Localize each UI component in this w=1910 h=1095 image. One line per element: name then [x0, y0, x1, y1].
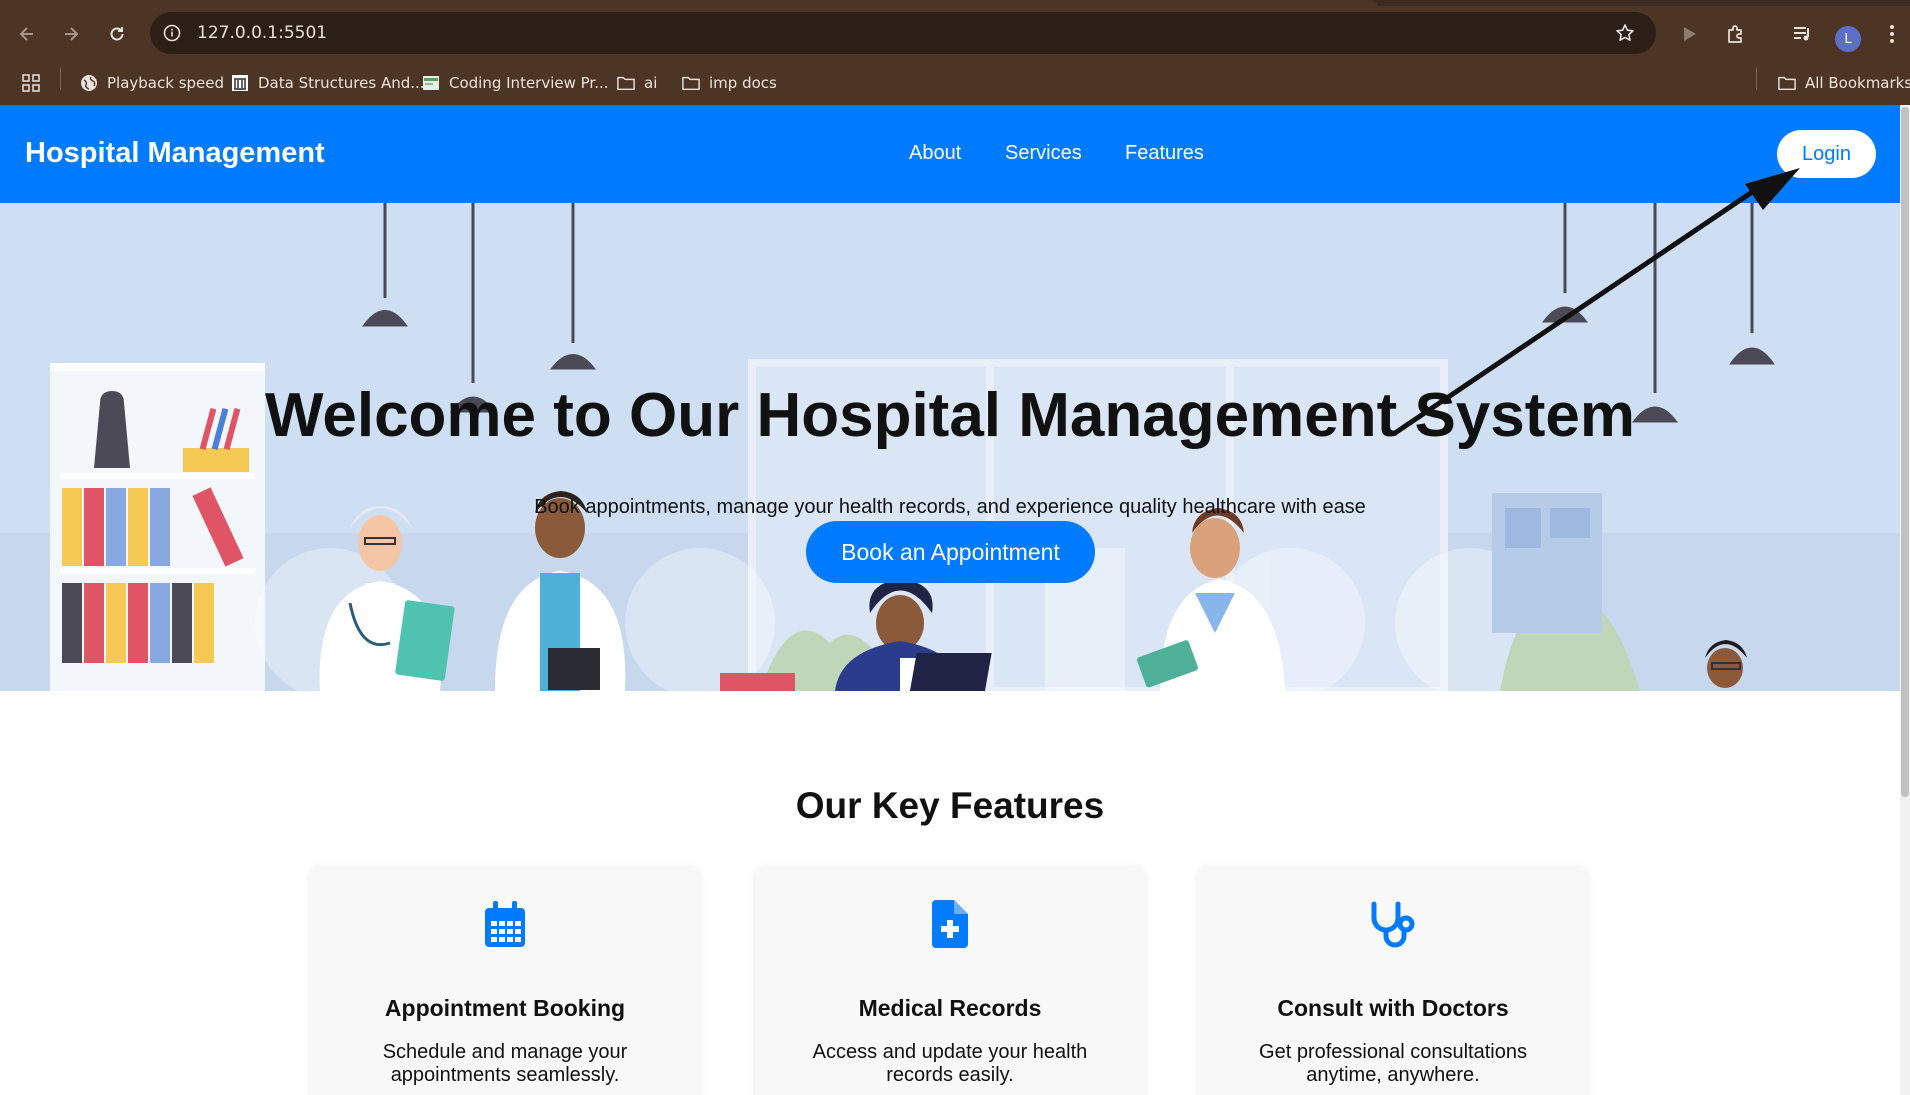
hero-section: Welcome to Our Hospital Management Syste…: [0, 203, 1900, 691]
nav-link-services[interactable]: Services: [1005, 142, 1082, 165]
bookmark-folder-imp-docs[interactable]: imp docs: [682, 72, 777, 94]
bookmark-label: Data Structures And...: [258, 74, 425, 92]
scrollbar-thumb[interactable]: [1901, 107, 1909, 797]
feature-card-consult: Consult with Doctors Get professional co…: [1198, 865, 1588, 1095]
medical-file-icon: [755, 900, 1145, 950]
bookmark-label: imp docs: [709, 74, 777, 92]
all-bookmarks-button[interactable]: All Bookmarks: [1778, 72, 1910, 94]
forward-button[interactable]: [56, 19, 86, 49]
feature-card-title: Consult with Doctors: [1277, 995, 1509, 1021]
feature-card-records: Medical Records Access and update your h…: [755, 865, 1145, 1095]
hero-subtitle: Book appointments, manage your health re…: [534, 496, 1366, 518]
feature-card-title: Appointment Booking: [384, 995, 626, 1021]
more-menu-icon[interactable]: [1878, 20, 1906, 48]
site-info-icon[interactable]: [162, 23, 182, 43]
all-bookmarks-label: All Bookmarks: [1805, 74, 1910, 92]
bookmark-coding-interview[interactable]: Coding Interview Pr...: [422, 72, 609, 94]
login-button[interactable]: Login: [1777, 130, 1876, 178]
stethoscope-icon: [1198, 900, 1588, 950]
bookmark-playback-speed[interactable]: Playback speed: [80, 72, 224, 94]
extensions-icon[interactable]: [1722, 20, 1750, 48]
library-icon: [231, 74, 249, 92]
bookmark-star-icon[interactable]: [1614, 22, 1636, 44]
apps-grid-icon[interactable]: [22, 72, 40, 94]
book-appointment-button[interactable]: Book an Appointment: [806, 521, 1095, 583]
bookmark-label: Playback speed: [107, 74, 225, 92]
feature-card-description: Schedule and manage your appointments se…: [382, 1041, 628, 1086]
page-scrollbar[interactable]: [1900, 105, 1910, 1095]
features-heading: Our Key Features: [795, 785, 1105, 826]
reload-button[interactable]: [102, 19, 132, 49]
folder-icon: [1778, 74, 1796, 92]
back-arrow-icon: [19, 27, 33, 41]
bookmark-label: ai: [644, 74, 658, 92]
site-favicon-icon: [422, 74, 440, 92]
bookmarks-divider: [1756, 68, 1757, 90]
bookmark-label: Coding Interview Pr...: [449, 74, 609, 92]
hero-title: Welcome to Our Hospital Management Syste…: [264, 381, 1636, 450]
bookmark-folder-ai[interactable]: ai: [617, 72, 657, 94]
web-page: Hospital Management About Services Featu…: [0, 105, 1900, 1095]
back-button[interactable]: [12, 19, 42, 49]
nav-link-about[interactable]: About: [909, 142, 961, 165]
bookmarks-divider: [60, 68, 61, 90]
folder-icon: [682, 74, 700, 92]
feature-card-description: Get professional consultations anytime, …: [1259, 1041, 1527, 1086]
reload-icon: [110, 27, 124, 41]
globe-icon: [80, 74, 98, 92]
url-text[interactable]: 127.0.0.1:5501: [197, 23, 327, 43]
feature-card-description: Access and update your health records ea…: [812, 1041, 1088, 1086]
cast-icon[interactable]: [1675, 20, 1703, 48]
site-brand[interactable]: Hospital Management: [25, 137, 325, 170]
bookmark-data-structures[interactable]: Data Structures And...: [231, 72, 425, 94]
feature-card-appointment: Appointment Booking Schedule and manage …: [310, 865, 700, 1095]
calendar-icon: [310, 900, 700, 950]
media-controls-icon[interactable]: [1788, 20, 1816, 48]
address-bar[interactable]: 127.0.0.1:5501: [150, 12, 1656, 54]
site-header: Hospital Management About Services Featu…: [0, 105, 1900, 203]
folder-icon: [617, 74, 635, 92]
feature-card-title: Medical Records: [858, 995, 1042, 1021]
forward-arrow-icon: [65, 27, 79, 41]
nav-link-features[interactable]: Features: [1125, 142, 1204, 165]
browser-toolbar: 127.0.0.1:5501 L: [0, 6, 1910, 60]
profile-avatar[interactable]: L: [1835, 26, 1861, 52]
